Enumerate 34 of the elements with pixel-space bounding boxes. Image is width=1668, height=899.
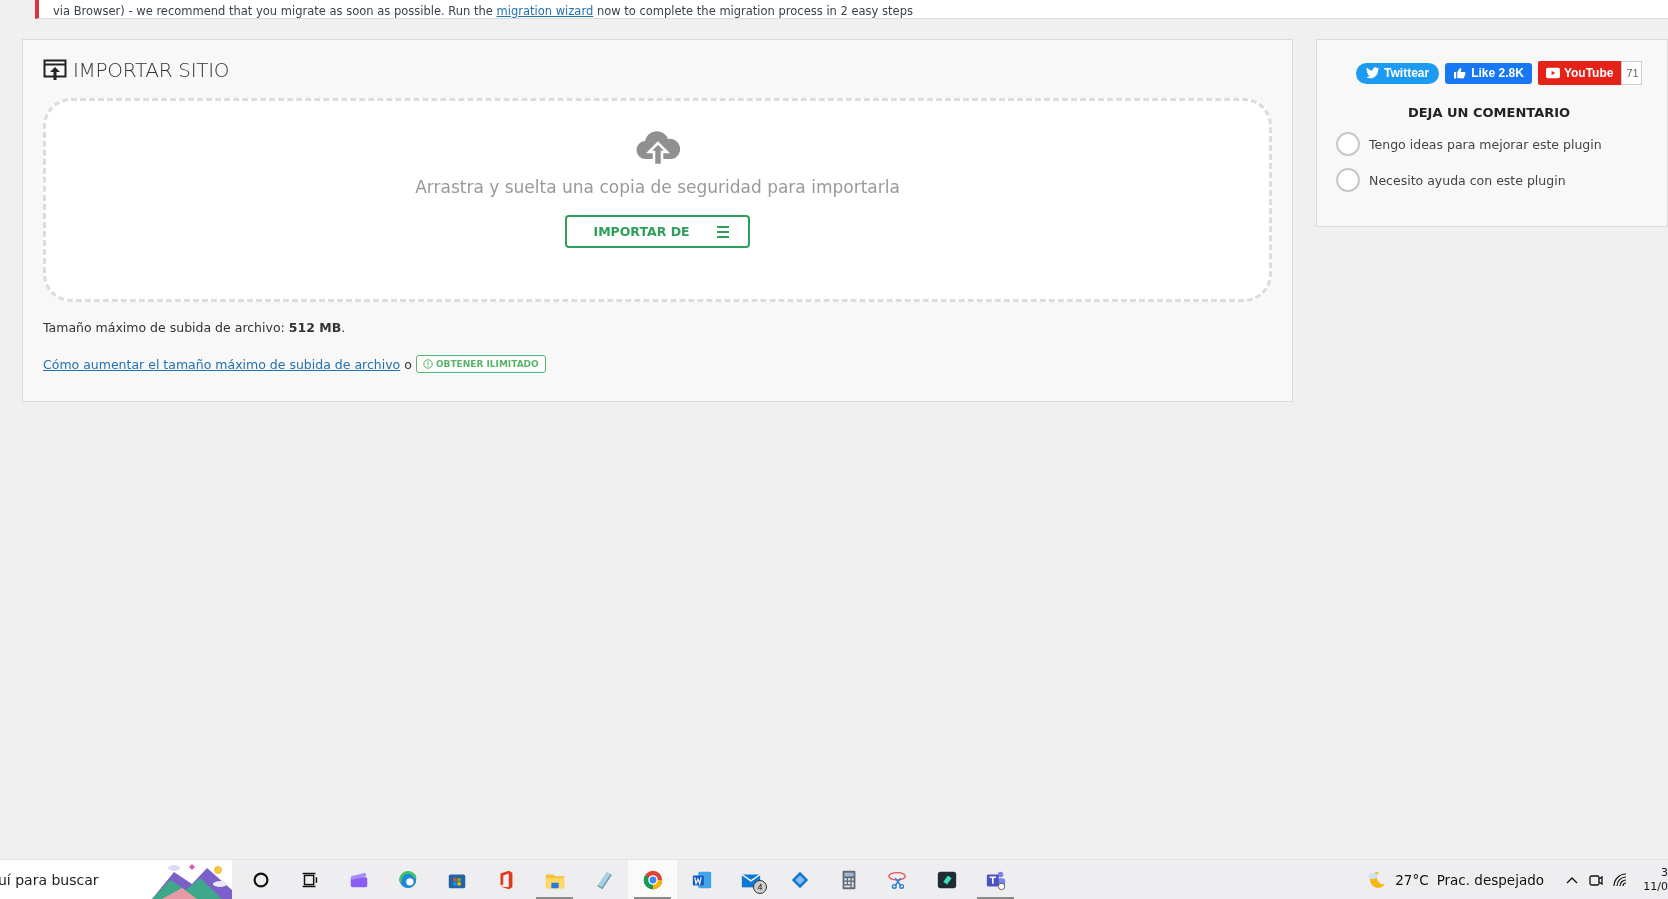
temperature: 27°C [1395, 871, 1429, 888]
clock-date: 11/0 [1643, 879, 1668, 894]
panel-title: IMPORTAR SITIO [73, 58, 230, 82]
youtube-button[interactable]: YouTube [1537, 61, 1622, 85]
chrome-icon [641, 868, 664, 891]
exclamation-icon [422, 359, 433, 369]
wifi-icon[interactable] [1612, 871, 1628, 888]
bird-icon [1366, 67, 1381, 79]
drop-instructions: Arrastra y suelta una copia de seguridad para importarla [415, 177, 900, 197]
tweet-button[interactable]: Twittear [1356, 62, 1440, 84]
or-text: o [404, 356, 412, 372]
thumbs-up-icon [1453, 67, 1468, 79]
notification-count: 4 [753, 880, 767, 894]
feedback-title: DEJA UN COMENTARIO [1406, 105, 1572, 120]
weather-condition: Prac. despejado [1436, 871, 1544, 888]
migration-link[interactable]: migration wizard [496, 4, 594, 18]
drop-zone[interactable]: Arrastra y suelta una copia de seguridad para importarla IMPORTAR DE [43, 98, 1273, 302]
taskbar-app[interactable]: 4 [726, 860, 775, 899]
get-unlimited-badge[interactable]: OBTENER ILIMITADO [415, 355, 546, 373]
play-icon [1545, 67, 1560, 79]
import-from-button[interactable]: IMPORTAR DE [565, 215, 750, 248]
edge-icon [396, 868, 419, 891]
clock-time: 3 [1661, 865, 1668, 880]
max-upload-size-text: Tamaño máximo de subida de archivo: 512 MB. [43, 320, 347, 335]
notice-text: via Browser) - we recommend that you migrate as soon as possible. Run the migration wizard now to complete the migration process in 2 easy steps [53, 4, 913, 18]
subscriber-count: 71 [1621, 61, 1642, 85]
increase-size-link[interactable]: Cómo aumentar el tamaño máximo de subida de archivo [43, 356, 401, 372]
upload-window-icon [43, 59, 67, 81]
menu-icon [715, 225, 730, 238]
like-button[interactable]: Like 2.8K [1445, 62, 1532, 84]
radio-button[interactable] [1336, 132, 1361, 156]
feedback-option[interactable]: Tengo ideas para mejorar este plugin [1336, 132, 1667, 156]
radio-button[interactable] [1336, 168, 1361, 192]
feedback-option[interactable]: Necesito ayuda con este plugin [1336, 168, 1667, 192]
